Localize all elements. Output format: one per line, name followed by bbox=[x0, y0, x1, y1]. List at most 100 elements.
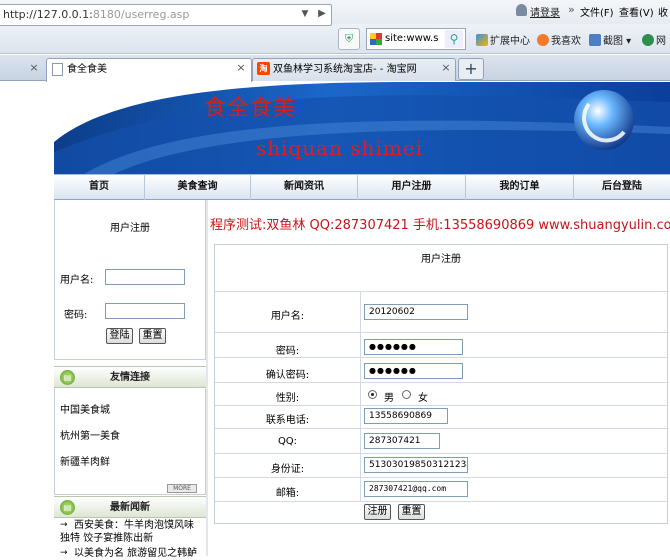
email-input[interactable]: 287307421@qq.com bbox=[364, 481, 468, 497]
form-divider bbox=[215, 357, 667, 358]
nav-register[interactable]: 用户注册 bbox=[358, 174, 466, 200]
email-label: 邮箱: bbox=[275, 488, 300, 499]
qq-input[interactable]: 287307421 bbox=[364, 433, 440, 449]
form-divider bbox=[215, 453, 667, 454]
id-card-label: 身份证: bbox=[270, 464, 305, 475]
menu-view[interactable]: 查看(V) bbox=[619, 4, 654, 19]
search-input[interactable]: site:www.s ⚲ bbox=[366, 28, 466, 50]
form-divider bbox=[215, 501, 667, 502]
link-item[interactable]: 新疆羊肉鲜 bbox=[60, 453, 110, 468]
nav-news[interactable]: 新闻资讯 bbox=[251, 174, 358, 200]
book-icon: ▤ bbox=[60, 500, 75, 515]
form-divider bbox=[215, 291, 667, 292]
sidebar-username-input[interactable] bbox=[105, 269, 185, 285]
sidebar-username-label: 用户名: bbox=[60, 275, 94, 286]
form-title: 用户注册 bbox=[421, 254, 461, 265]
nav-food-search[interactable]: 美食查询 bbox=[145, 174, 251, 200]
close-icon[interactable]: × bbox=[28, 62, 40, 74]
site-banner bbox=[54, 82, 670, 174]
form-divider bbox=[215, 477, 667, 478]
id-card-input[interactable]: 513030198503121234 bbox=[364, 457, 468, 473]
gender-female-radio[interactable] bbox=[402, 390, 411, 399]
news-heading: ▤ 最新闻新 bbox=[54, 496, 206, 518]
nav-home[interactable]: 首页 bbox=[54, 174, 145, 200]
close-icon[interactable]: × bbox=[235, 62, 247, 74]
shield-icon[interactable]: ⛨ bbox=[338, 28, 360, 50]
sidebar-reset-button[interactable]: 重置 bbox=[139, 328, 166, 344]
web-button[interactable]: 网 bbox=[642, 32, 666, 47]
banner-graphic bbox=[54, 82, 670, 174]
book-icon: ▤ bbox=[60, 370, 75, 385]
screenshot-label: 截图 bbox=[603, 36, 623, 47]
register-submit-button[interactable]: 注册 bbox=[364, 504, 391, 520]
form-column-divider bbox=[360, 291, 361, 501]
news-item[interactable]: 西安美食：牛羊肉泡馍风味独特 饺子宴推陈出新 bbox=[60, 519, 200, 545]
gender-male-radio[interactable] bbox=[368, 390, 377, 399]
site-title: 食全食美 bbox=[204, 96, 297, 121]
more-button[interactable]: MORE bbox=[167, 484, 197, 493]
tab-site[interactable]: 食全食美 bbox=[46, 58, 252, 82]
qq-label: QQ: bbox=[277, 436, 298, 447]
confirm-password-input[interactable]: ●●●●●● bbox=[364, 363, 463, 379]
address-dropdown-icon[interactable]: ▼ bbox=[298, 5, 312, 23]
form-divider bbox=[215, 382, 667, 383]
sidebar-divider bbox=[206, 200, 208, 556]
phone-input[interactable]: 13558690869 bbox=[364, 408, 448, 424]
taobao-icon: 淘 bbox=[257, 62, 270, 75]
sidebar-login-button[interactable]: 登陆 bbox=[106, 328, 133, 344]
site-subtitle: shiquan shimei bbox=[256, 136, 424, 160]
form-divider bbox=[215, 428, 667, 429]
extension-center-button[interactable]: 扩展中心 bbox=[476, 32, 530, 47]
address-input[interactable]: http://127.0.0.1:8180/userreg.asp bbox=[0, 4, 332, 26]
favorite-button[interactable]: 我喜欢 bbox=[537, 32, 581, 47]
username-input[interactable]: 20120602 bbox=[364, 304, 468, 320]
tab-taobao-label: 双鱼林学习系统淘宝店- - 淘宝网 bbox=[273, 64, 417, 75]
form-divider bbox=[215, 405, 667, 406]
nav-my-orders[interactable]: 我的订单 bbox=[466, 174, 574, 200]
register-reset-button[interactable]: 重置 bbox=[398, 504, 425, 520]
web-label: 网 bbox=[656, 36, 666, 47]
more-arrows[interactable]: » bbox=[568, 3, 575, 16]
link-item[interactable]: 中国美食城 bbox=[60, 401, 110, 416]
cube-icon bbox=[476, 34, 488, 46]
close-icon[interactable]: × bbox=[440, 62, 452, 74]
tab-site-label: 食全食美 bbox=[67, 64, 107, 75]
tab-taobao[interactable]: 双鱼林学习系统淘宝店- - 淘宝网 bbox=[252, 58, 456, 81]
search-engine-icon bbox=[370, 33, 382, 45]
heart-icon bbox=[537, 34, 549, 46]
page-left-gutter bbox=[0, 82, 54, 556]
news-item[interactable]: 以美食为名 旅游留见之韩鲈 bbox=[74, 547, 204, 560]
login-link[interactable]: 请登录 bbox=[530, 4, 560, 19]
bullet-arrow-icon: → bbox=[60, 548, 68, 558]
url-host: http://127.0.0.1: bbox=[3, 8, 93, 21]
sidebar-password-input[interactable] bbox=[105, 303, 185, 319]
extension-center-label: 扩展中心 bbox=[490, 36, 530, 47]
url-path: 8180/userreg.asp bbox=[92, 8, 190, 21]
form-divider bbox=[215, 332, 667, 333]
screenshot-icon bbox=[589, 34, 601, 46]
password-label: 密码: bbox=[275, 346, 300, 357]
username-label: 用户名: bbox=[270, 311, 305, 322]
search-icon[interactable]: ⚲ bbox=[445, 30, 463, 48]
gender-male-label: 男 bbox=[384, 393, 394, 404]
confirm-password-label: 确认密码: bbox=[265, 370, 310, 381]
new-tab-button[interactable]: + bbox=[458, 58, 484, 80]
user-icon bbox=[516, 4, 527, 16]
go-arrow-icon[interactable]: ▶ bbox=[314, 5, 330, 23]
phone-label: 联系电话: bbox=[265, 415, 310, 426]
search-value: site:www.s bbox=[385, 33, 439, 44]
links-heading: ▤ 友情连接 bbox=[54, 366, 206, 388]
screenshot-button[interactable]: 截图 ▾ bbox=[589, 32, 631, 47]
news-heading-label: 最新闻新 bbox=[110, 502, 150, 513]
gender-label: 性别: bbox=[275, 393, 300, 404]
sidebar-login-heading: 用户注册 bbox=[110, 223, 150, 234]
menu-file[interactable]: 文件(F) bbox=[580, 4, 614, 19]
nav-admin-login[interactable]: 后台登陆 bbox=[574, 174, 670, 200]
link-item[interactable]: 杭州第一美食 bbox=[60, 427, 120, 442]
menu-favorites[interactable]: 收 bbox=[658, 4, 668, 19]
page-icon bbox=[52, 63, 63, 76]
password-input[interactable]: ●●●●●● bbox=[364, 339, 463, 355]
globe-icon bbox=[642, 34, 654, 46]
links-heading-label: 友情连接 bbox=[110, 372, 150, 383]
test-info-line: 程序测试:双鱼林 QQ:287307421 手机:13558690869 www… bbox=[210, 218, 670, 233]
